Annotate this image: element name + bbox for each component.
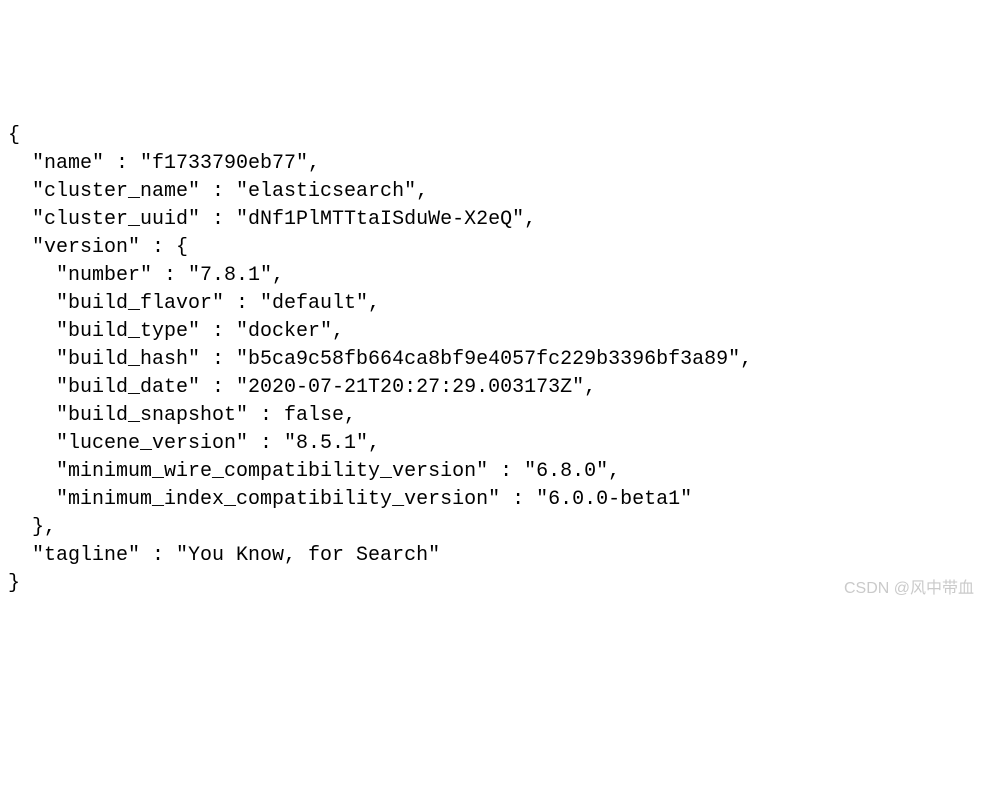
line-build-snapshot: "build_snapshot" : false, (8, 404, 356, 427)
line-cluster-name: "cluster_name" : "elasticsearch", (8, 180, 428, 203)
line-version-open: "version" : { (8, 236, 188, 259)
watermark-text: CSDN @风中带血 (844, 578, 974, 600)
line-tagline: "tagline" : "You Know, for Search" (8, 544, 440, 567)
line-number: "number" : "7.8.1", (8, 264, 284, 287)
line-open-brace: { (8, 124, 20, 147)
line-min-index: "minimum_index_compatibility_version" : … (8, 488, 692, 511)
line-min-wire: "minimum_wire_compatibility_version" : "… (8, 460, 620, 483)
json-output: { "name" : "f1733790eb77", "cluster_name… (8, 122, 978, 598)
line-version-close: }, (8, 516, 56, 539)
line-close-brace: } (8, 572, 20, 595)
line-build-type: "build_type" : "docker", (8, 320, 344, 343)
line-cluster-uuid: "cluster_uuid" : "dNf1PlMTTtaISduWe-X2eQ… (8, 208, 536, 231)
line-build-hash: "build_hash" : "b5ca9c58fb664ca8bf9e4057… (8, 348, 752, 371)
line-build-date: "build_date" : "2020-07-21T20:27:29.0031… (8, 376, 596, 399)
line-build-flavor: "build_flavor" : "default", (8, 292, 380, 315)
line-name: "name" : "f1733790eb77", (8, 152, 320, 175)
line-lucene-version: "lucene_version" : "8.5.1", (8, 432, 380, 455)
